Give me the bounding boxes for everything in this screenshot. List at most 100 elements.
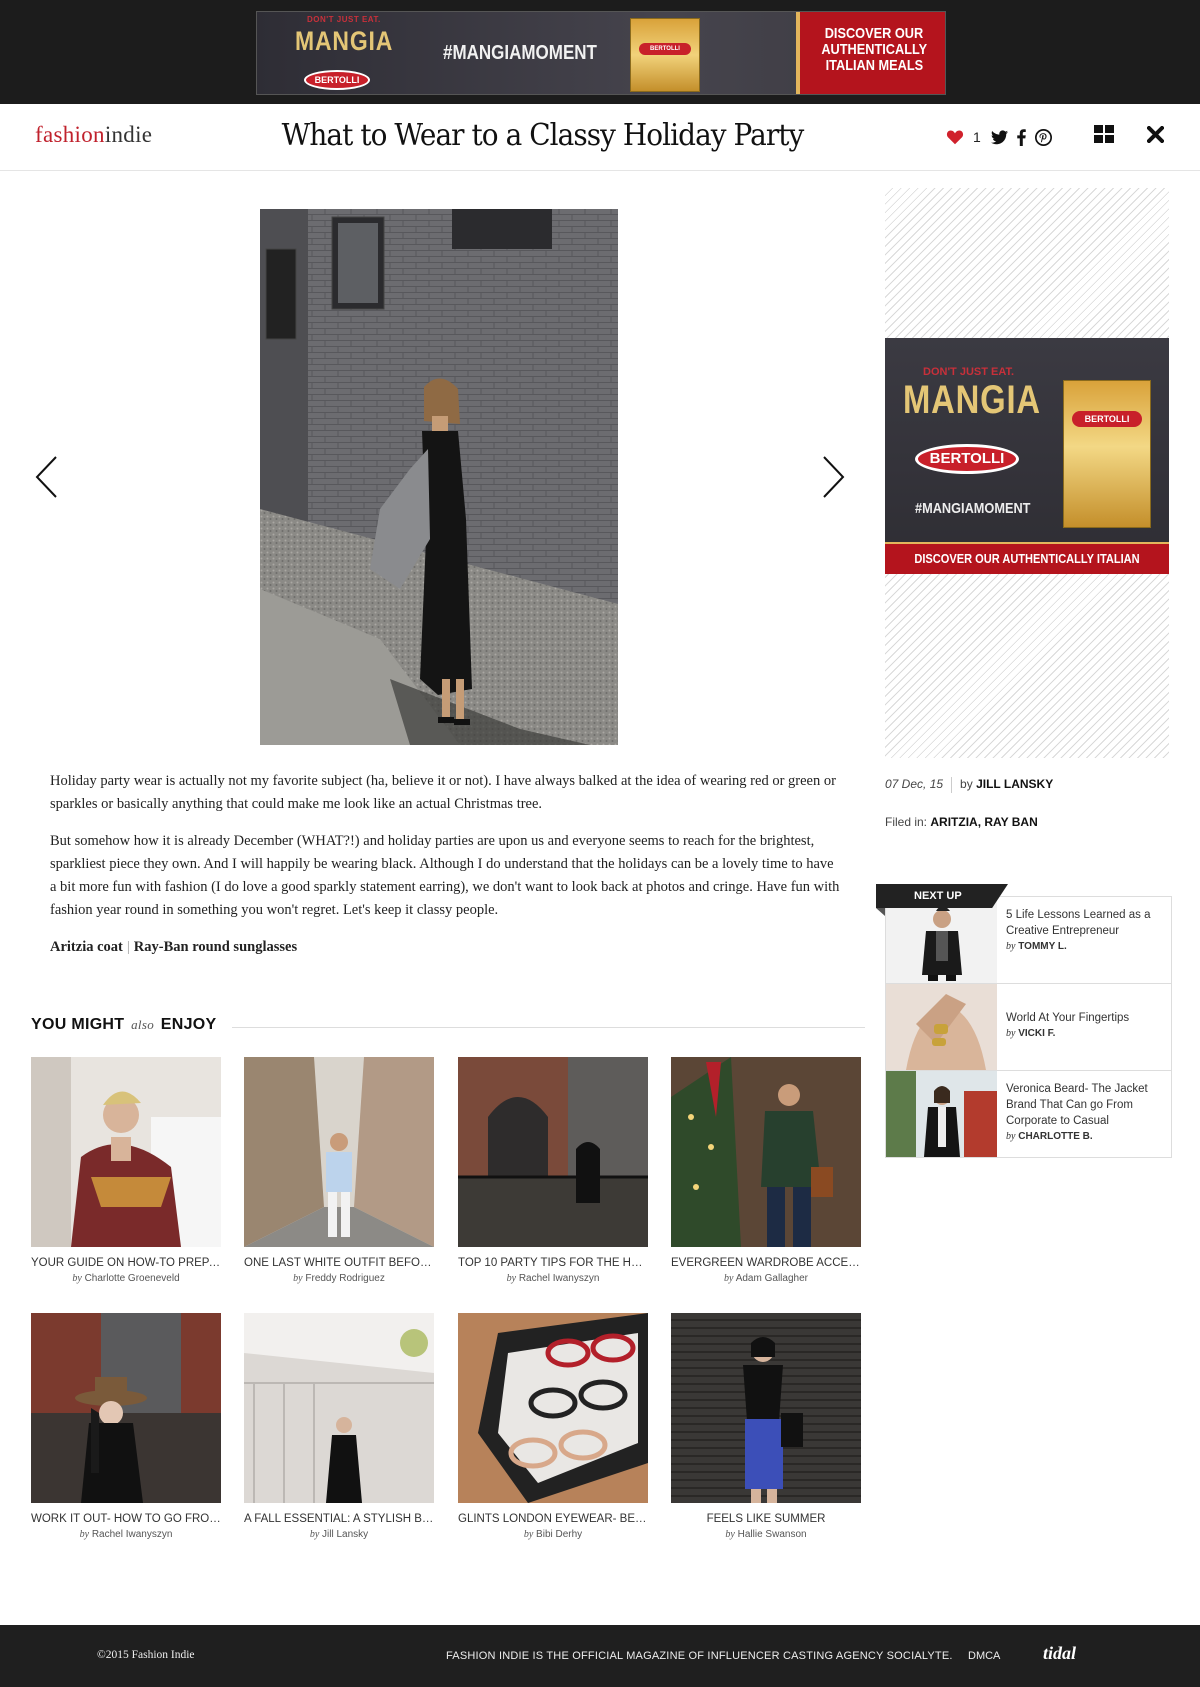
by-label: by bbox=[523, 1529, 534, 1540]
related-card-author: Rachel Iwanyszyn bbox=[91, 1529, 173, 1540]
main-photo bbox=[260, 209, 618, 745]
share-bar: 1 bbox=[946, 124, 1061, 150]
footer-tagline-link[interactable]: FASHION INDIE IS THE OFFICIAL MAGAZINE O… bbox=[446, 1650, 953, 1662]
ad-hashtag: #MANGIAMOMENT bbox=[443, 42, 597, 64]
ad-product-box-label: BERTOLLI bbox=[639, 43, 691, 55]
next-up-author: Vicki F. bbox=[1018, 1028, 1056, 1039]
by-label: by bbox=[309, 1529, 320, 1540]
related-card-image bbox=[31, 1313, 221, 1503]
site-logo[interactable]: fashionindie bbox=[35, 122, 152, 148]
related-card-image bbox=[244, 1313, 434, 1503]
next-up-item[interactable]: 5 Life Lessons Learned as a Creative Ent… bbox=[886, 897, 1171, 984]
next-up-author: Charlotte B. bbox=[1018, 1131, 1093, 1142]
related-card[interactable]: GLINTS LONDON EYEWEAR- BE U... by Bibi D… bbox=[458, 1313, 648, 1540]
ad-cta-line1: DISCOVER OUR bbox=[824, 25, 924, 42]
next-up-author: Tommy L. bbox=[1018, 941, 1067, 952]
related-card[interactable]: WORK IT OUT- HOW TO GO FROM ... by Rache… bbox=[31, 1313, 221, 1540]
by-label: by bbox=[1006, 1028, 1016, 1039]
sidebar-ad[interactable]: DON'T JUST EAT. MANGIA BERTOLLI #MANGIAM… bbox=[885, 338, 1169, 574]
by-label: by bbox=[79, 1529, 90, 1540]
related-card-author: Rachel Iwanyszyn bbox=[518, 1273, 600, 1284]
filed-label: Filed in: bbox=[885, 815, 928, 829]
top-banner-ad[interactable]: DON'T JUST EAT. MANGIA BERTOLLI #MANGIAM… bbox=[256, 11, 946, 95]
ad-product-box: BERTOLLI bbox=[1063, 380, 1151, 528]
credit-link[interactable]: Ray-Ban round sunglasses bbox=[134, 939, 297, 955]
twitter-icon[interactable] bbox=[990, 129, 1008, 145]
facebook-icon[interactable] bbox=[1017, 128, 1026, 146]
grid-icon[interactable] bbox=[1094, 125, 1114, 143]
divider bbox=[951, 777, 953, 793]
related-card-title: GLINTS LONDON EYEWEAR- BE U... bbox=[458, 1513, 648, 1525]
by-label: by bbox=[1006, 1131, 1016, 1142]
like-count: 1 bbox=[973, 129, 981, 145]
by-label: by bbox=[72, 1273, 82, 1284]
next-up-fold bbox=[876, 908, 885, 916]
next-up-item[interactable]: World At Your Fingertips by Vicki F. bbox=[886, 984, 1171, 1071]
related-card-author: Freddy Rodriguez bbox=[305, 1273, 385, 1284]
ad-cta-text: DISCOVER OUR AUTHENTICALLY ITALIAN MEALS bbox=[914, 551, 1140, 566]
related-card-author: Bibi Derhy bbox=[536, 1529, 583, 1540]
tidal-logo[interactable]: tidal bbox=[1043, 1643, 1076, 1664]
by-label: by bbox=[960, 777, 973, 792]
logo-indie: indie bbox=[104, 122, 153, 147]
related-card-author: Jill Lansky bbox=[322, 1529, 369, 1540]
ad-brand: MANGIA bbox=[903, 378, 1041, 422]
outfit-credits: Aritzia coat | Ray-Ban round sunglasses bbox=[50, 936, 840, 959]
next-up-panel: 5 Life Lessons Learned as a Creative Ent… bbox=[885, 896, 1172, 1158]
by-label: by bbox=[725, 1529, 735, 1540]
next-up-title: 5 Life Lessons Learned as a Creative Ent… bbox=[1006, 909, 1151, 937]
ad-cta-line2: AUTHENTICALLY bbox=[821, 41, 927, 58]
related-card[interactable]: FEELS LIKE SUMMER by Hallie Swanson bbox=[671, 1313, 861, 1540]
ad-brand: MANGIA bbox=[295, 26, 394, 56]
related-card-title: EVERGREEN WARDROBE ACCENT... bbox=[671, 1257, 861, 1269]
next-arrow-icon[interactable] bbox=[820, 455, 846, 499]
ad-cta-line3: ITALIAN MEALS bbox=[825, 57, 923, 74]
next-up-label: NEXT UP bbox=[876, 884, 1008, 908]
pinterest-icon[interactable] bbox=[1034, 128, 1052, 146]
related-card-image bbox=[458, 1057, 648, 1247]
next-up-title: Veronica Beard- The Jacket Brand That Ca… bbox=[1006, 1083, 1148, 1127]
ad-cta[interactable]: DISCOVER OUR AUTHENTICALLY ITALIAN MEALS bbox=[796, 12, 945, 94]
related-heading-part: YOU MIGHT bbox=[31, 1016, 125, 1033]
related-card-image bbox=[671, 1057, 861, 1247]
related-card[interactable]: YOUR GUIDE ON HOW-TO PREPA... by Charlot… bbox=[31, 1057, 221, 1284]
dmca-link[interactable]: DMCA bbox=[968, 1650, 1000, 1662]
related-card[interactable]: TOP 10 PARTY TIPS FOR THE HOLID... by Ra… bbox=[458, 1057, 648, 1284]
heart-icon[interactable] bbox=[946, 129, 964, 145]
next-up-item[interactable]: Veronica Beard- The Jacket Brand That Ca… bbox=[886, 1071, 1171, 1158]
site-header: fashionindie What to Wear to a Classy Ho… bbox=[0, 104, 1200, 171]
tag-link[interactable]: RAY BAN bbox=[984, 815, 1037, 829]
next-up-thumbnail bbox=[886, 1071, 997, 1157]
prev-arrow-icon[interactable] bbox=[34, 455, 60, 499]
related-card-image bbox=[244, 1057, 434, 1247]
ad-logo: BERTOLLI bbox=[915, 444, 1019, 474]
related-card[interactable]: ONE LAST WHITE OUTFIT BEFORE ... by Fred… bbox=[244, 1057, 434, 1284]
related-card[interactable]: EVERGREEN WARDROBE ACCENT... by Adam Gal… bbox=[671, 1057, 861, 1284]
author-link[interactable]: Jill Lansky bbox=[976, 777, 1053, 791]
tag-link[interactable]: ARITZIA bbox=[930, 815, 977, 829]
related-card-title: FEELS LIKE SUMMER bbox=[706, 1513, 826, 1525]
ad-tagline: DON'T JUST EAT. bbox=[923, 366, 1015, 378]
related-card-author: Hallie Swanson bbox=[737, 1529, 807, 1540]
related-card-title: TOP 10 PARTY TIPS FOR THE HOLID... bbox=[458, 1257, 648, 1269]
close-icon[interactable] bbox=[1147, 126, 1164, 143]
ad-hashtag: #MANGIAMOMENT bbox=[915, 500, 1031, 517]
credit-link[interactable]: Aritzia coat bbox=[50, 939, 123, 955]
next-up-thumbnail bbox=[886, 984, 997, 1070]
by-label: by bbox=[724, 1273, 734, 1284]
related-heading-part: also bbox=[131, 1017, 154, 1032]
related-card-title: WORK IT OUT- HOW TO GO FROM ... bbox=[31, 1513, 221, 1525]
ad-product-box-label: BERTOLLI bbox=[1072, 411, 1142, 427]
post-date: 07 Dec, 15 bbox=[885, 777, 944, 792]
related-card-image bbox=[31, 1057, 221, 1247]
related-card-author: Adam Gallagher bbox=[735, 1273, 808, 1284]
article-paragraph: Holiday party wear is actually not my fa… bbox=[50, 773, 836, 812]
copyright: ©2015 Fashion Indie bbox=[97, 1649, 195, 1661]
filed-in: Filed in: ARITZIA, RAY BAN bbox=[885, 815, 1175, 829]
tag-comma: , bbox=[977, 815, 982, 829]
related-card-title: A FALL ESSENTIAL: A STYLISH BLAC... bbox=[244, 1513, 434, 1525]
logo-fashion: fashion bbox=[35, 122, 105, 147]
related-card[interactable]: A FALL ESSENTIAL: A STYLISH BLAC... by J… bbox=[244, 1313, 434, 1540]
ad-cta[interactable]: DISCOVER OUR AUTHENTICALLY ITALIAN MEALS bbox=[885, 542, 1169, 574]
by-label: by bbox=[1006, 941, 1016, 952]
